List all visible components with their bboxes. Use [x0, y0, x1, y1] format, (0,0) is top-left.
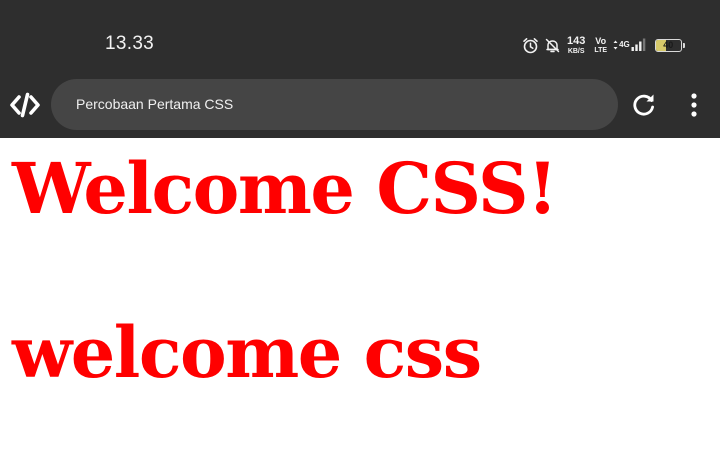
code-app-icon[interactable] [10, 92, 40, 118]
address-bar[interactable]: Percobaan Pertama CSS [51, 79, 618, 130]
network-speed: 143 KB/S [567, 34, 586, 55]
network-speed-value: 143 [567, 34, 586, 47]
volte-top: Vo [595, 35, 607, 46]
web-page-content: Welcome CSS! welcome css [0, 138, 720, 475]
reload-button[interactable] [630, 91, 658, 119]
alarm-icon [522, 37, 539, 54]
status-icons: 143 KB/S Vo LTE 4G 40 [522, 33, 685, 57]
battery-icon: 40 [654, 38, 682, 52]
reload-icon [633, 94, 654, 116]
battery-level: 40 [663, 40, 674, 50]
volte-bottom: LTE [594, 46, 608, 54]
bell-muted-icon [544, 37, 561, 54]
status-time: 13.33 [105, 33, 155, 54]
heading-welcome: Welcome CSS! [12, 147, 558, 230]
volte-indicator: Vo LTE [594, 35, 608, 54]
data-arrows-icon [613, 40, 618, 50]
status-bar: 13.33 143 KB/S Vo LTE 4G 40 [0, 0, 720, 72]
network-type-label: 4G [619, 40, 630, 49]
more-menu-button[interactable] [686, 92, 702, 118]
battery-tip [682, 42, 685, 48]
phone-screen: 13.33 143 KB/S Vo LTE 4G 40 Percobaan Pe… [0, 0, 720, 475]
more-vert-icon [691, 93, 697, 117]
heading-welcome-lowercase: welcome css [12, 311, 482, 394]
browser-toolbar: Percobaan Pertama CSS [0, 72, 720, 138]
signal-icon [631, 38, 647, 52]
network-type: 4G [613, 40, 630, 50]
network-speed-unit: KB/S [567, 47, 585, 55]
address-text: Percobaan Pertama CSS [76, 96, 234, 112]
